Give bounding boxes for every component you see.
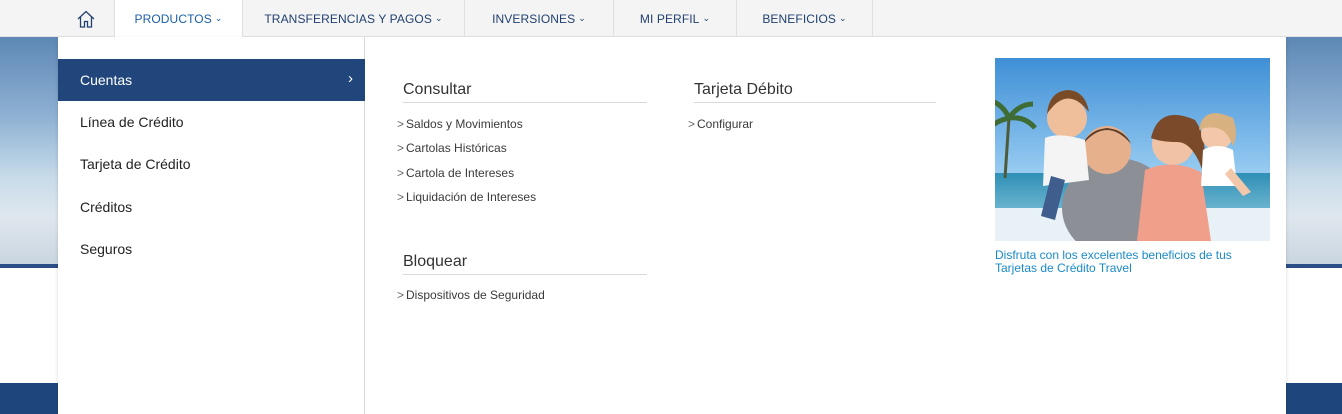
- nav-mi-perfil-label: MI PERFIL: [639, 11, 700, 26]
- nav-transferencias[interactable]: TRANSFERENCIAS Y PAGOS ⌄: [243, 0, 465, 37]
- chevron-down-icon: ⌄: [839, 13, 847, 23]
- link-cartolas-historicas[interactable]: > Cartolas Históricas: [397, 141, 507, 155]
- sidebar-item-cuentas[interactable]: Cuentas ›: [58, 59, 365, 101]
- section-title-consultar: Consultar: [403, 81, 647, 103]
- chevron-right-icon: >: [397, 288, 405, 302]
- nav-mi-perfil[interactable]: MI PERFIL ⌄: [614, 0, 737, 37]
- product-sidebar: Cuentas › Línea de Crédito Tarjeta de Cr…: [58, 37, 365, 414]
- link-configurar[interactable]: > Configurar: [688, 117, 753, 131]
- link-label: Cartolas Históricas: [406, 141, 507, 155]
- sidebar-item-label: Seguros: [80, 241, 133, 257]
- chevron-right-icon: >: [397, 166, 405, 180]
- link-label: Cartola de Intereses: [406, 166, 515, 180]
- link-cartola-de-intereses[interactable]: > Cartola de Intereses: [397, 166, 514, 180]
- productos-dropdown: Cuentas › Línea de Crédito Tarjeta de Cr…: [58, 37, 1286, 414]
- family-beach-photo: [995, 58, 1270, 241]
- nav-beneficios-label: BENEFICIOS: [762, 11, 837, 26]
- home-icon: [77, 10, 95, 28]
- sidebar-item-seguros[interactable]: Seguros: [58, 228, 365, 270]
- nav-productos-label: PRODUCTOS: [134, 11, 212, 26]
- sidebar-item-tarjeta-de-credito[interactable]: Tarjeta de Crédito: [58, 143, 365, 185]
- chevron-right-icon: >: [397, 141, 405, 155]
- promo-caption-link[interactable]: Disfruta con los excelentes beneficios d…: [995, 249, 1275, 275]
- link-saldos-y-movimientos[interactable]: > Saldos y Movimientos: [397, 117, 523, 131]
- sidebar-item-label: Tarjeta de Crédito: [80, 156, 191, 172]
- sidebar-item-label: Línea de Crédito: [80, 114, 184, 130]
- promo-image[interactable]: [995, 58, 1270, 241]
- chevron-down-icon: ⌄: [214, 13, 223, 23]
- link-dispositivos-de-seguridad[interactable]: > Dispositivos de Seguridad: [397, 288, 545, 302]
- nav-inversiones[interactable]: INVERSIONES ⌄: [465, 0, 614, 37]
- nav-transferencias-label: TRANSFERENCIAS Y PAGOS: [264, 11, 432, 26]
- nav-inversiones-label: INVERSIONES: [492, 11, 576, 26]
- chevron-right-icon: >: [397, 190, 405, 204]
- nav-productos[interactable]: PRODUCTOS ⌄: [115, 0, 243, 38]
- chevron-down-icon: ⌄: [702, 13, 711, 23]
- sidebar-item-label: Cuentas: [80, 72, 133, 88]
- sidebar-item-label: Créditos: [80, 199, 133, 215]
- nav-beneficios[interactable]: BENEFICIOS ⌄: [737, 0, 873, 37]
- link-label: Saldos y Movimientos: [406, 117, 523, 131]
- chevron-down-icon: ⌄: [578, 13, 586, 23]
- chevron-right-icon: ›: [348, 70, 353, 87]
- section-title-tarjeta-debito: Tarjeta Débito: [694, 81, 936, 103]
- chevron-right-icon: >: [397, 117, 405, 131]
- link-liquidacion-de-intereses[interactable]: > Liquidación de Intereses: [397, 190, 536, 204]
- section-title-bloquear: Bloquear: [403, 253, 647, 275]
- chevron-right-icon: >: [688, 117, 696, 131]
- link-label: Dispositivos de Seguridad: [406, 288, 545, 302]
- link-label: Liquidación de Intereses: [406, 190, 537, 204]
- sidebar-item-linea-de-credito[interactable]: Línea de Crédito: [58, 101, 365, 143]
- link-label: Configurar: [697, 117, 754, 131]
- chevron-down-icon: ⌄: [434, 13, 443, 23]
- sidebar-item-creditos[interactable]: Créditos: [58, 186, 365, 228]
- home-button[interactable]: [58, 0, 115, 37]
- top-navigation: PRODUCTOS ⌄ TRANSFERENCIAS Y PAGOS ⌄ INV…: [0, 0, 1342, 38]
